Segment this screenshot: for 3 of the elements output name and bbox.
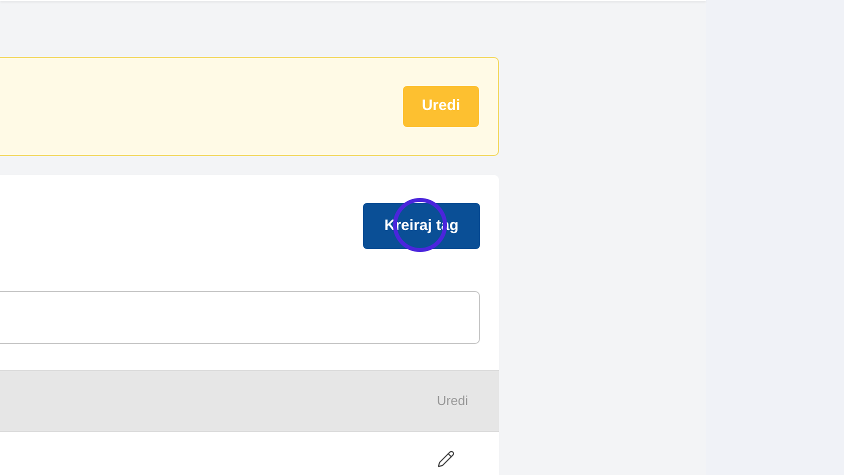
search-field[interactable] bbox=[0, 291, 480, 344]
edit-icon[interactable] bbox=[437, 450, 455, 468]
column-header: Uredi bbox=[436, 392, 468, 410]
